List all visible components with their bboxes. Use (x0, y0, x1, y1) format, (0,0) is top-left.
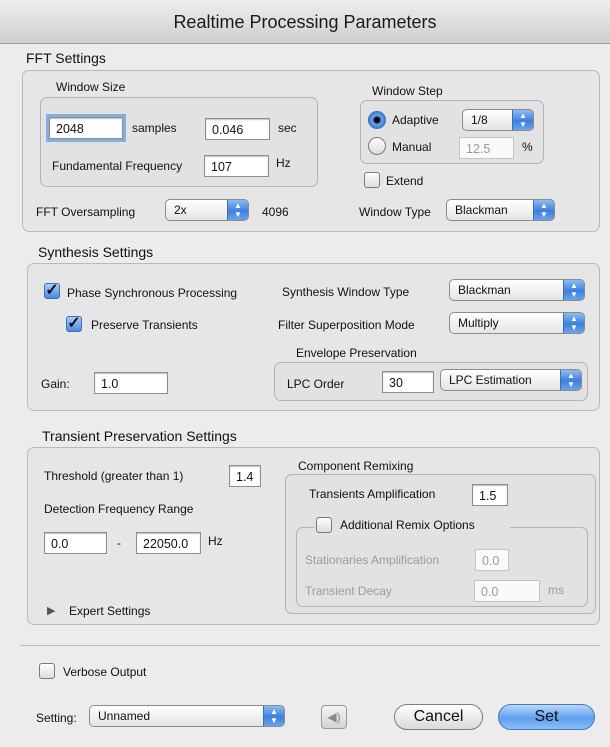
seconds-field[interactable]: 0.046 (205, 118, 270, 140)
setting-value: Unnamed (98, 709, 151, 723)
synthesis-window-type-label: Synthesis Window Type (282, 285, 410, 299)
lpc-order-label: LPC Order (287, 377, 345, 391)
verbose-output-checkbox[interactable] (39, 663, 55, 679)
checkmark-icon: ✓ (67, 315, 81, 332)
transient-section-title: Transient Preservation Settings (42, 428, 237, 444)
detection-range-label: Detection Frequency Range (44, 502, 194, 516)
samples-label: samples (132, 121, 177, 135)
hz-label: Hz (276, 156, 291, 170)
fundamental-frequency-label: Fundamental Frequency (52, 159, 183, 173)
fft-oversampling-value: 2x (174, 203, 187, 217)
speaker-icon: ◀) (327, 710, 341, 724)
transient-decay-field[interactable]: 0.0 (474, 580, 540, 602)
verbose-output-label: Verbose Output (63, 665, 147, 679)
filter-superposition-value: Multiply (458, 316, 499, 330)
range-dash: - (117, 536, 121, 550)
gain-field[interactable]: 1.0 (94, 372, 168, 394)
window-type-label: Window Type (359, 205, 431, 219)
adaptive-step-popup[interactable]: 1/8 ▲ ▼ (462, 109, 534, 131)
fft-oversampling-result: 4096 (262, 205, 289, 219)
up-down-arrows-icon: ▲ ▼ (563, 313, 584, 333)
transient-decay-label: Transient Decay (305, 584, 392, 598)
set-button[interactable]: Set (498, 704, 595, 730)
lpc-method-popup[interactable]: LPC Estimation ▲ ▼ (440, 369, 582, 391)
lpc-method-value: LPC Estimation (449, 373, 532, 387)
adaptive-step-value: 1/8 (471, 113, 488, 127)
up-down-arrows-icon: ▲ ▼ (227, 200, 248, 220)
threshold-label: Threshold (greater than 1) (44, 469, 184, 483)
checkmark-icon: ✓ (45, 282, 59, 299)
preserve-transients-label: Preserve Transients (91, 318, 198, 332)
phase-sync-checkbox[interactable]: ✓ (44, 283, 60, 299)
window-title: Realtime Processing Parameters (0, 0, 610, 44)
disclosure-triangle-icon[interactable]: ▶ (47, 604, 55, 617)
adaptive-radio[interactable] (368, 111, 386, 129)
extend-label: Extend (386, 174, 424, 188)
range-min-field[interactable]: 0.0 (44, 532, 107, 554)
up-down-arrows-icon: ▲ ▼ (560, 370, 581, 390)
filter-superposition-popup[interactable]: Multiply ▲ ▼ (449, 312, 585, 334)
window-step-title: Window Step (372, 84, 443, 98)
transients-amplification-label: Transients Amplification (309, 487, 436, 501)
fft-oversampling-label: FFT Oversampling (36, 205, 136, 219)
range-max-field[interactable]: 22050.0 (136, 532, 201, 554)
speaker-button[interactable]: ◀) (321, 705, 347, 729)
setting-label: Setting: (36, 711, 77, 725)
fundamental-frequency-field[interactable]: 107 (204, 155, 269, 177)
preserve-transients-checkbox[interactable]: ✓ (66, 316, 82, 332)
stationaries-amplification-field[interactable]: 0.0 (475, 549, 509, 571)
transient-decay-unit: ms (548, 583, 564, 597)
transients-amplification-field[interactable]: 1.5 (472, 484, 508, 506)
up-down-arrows-icon: ▲ ▼ (563, 280, 584, 300)
adaptive-label: Adaptive (392, 113, 439, 127)
lpc-order-field[interactable]: 30 (382, 371, 434, 393)
window-type-popup[interactable]: Blackman ▲ ▼ (446, 199, 555, 221)
window-size-title: Window Size (56, 80, 126, 94)
phase-sync-label: Phase Synchronous Processing (67, 286, 238, 300)
extend-checkbox[interactable] (364, 172, 380, 188)
footer-separator (20, 645, 600, 646)
window-size-group (40, 97, 318, 187)
expert-settings-label[interactable]: Expert Settings (69, 604, 150, 618)
samples-field[interactable]: 2048 (49, 117, 123, 139)
manual-label: Manual (392, 140, 432, 154)
seconds-label: sec (278, 121, 297, 135)
gain-label: Gain: (41, 377, 70, 391)
manual-step-field[interactable]: 12.5 (459, 137, 514, 159)
window-type-value: Blackman (455, 203, 508, 217)
cancel-button[interactable]: Cancel (394, 704, 483, 730)
fft-oversampling-popup[interactable]: 2x ▲ ▼ (165, 199, 249, 221)
component-remixing-title: Component Remixing (298, 459, 414, 473)
up-down-arrows-icon: ▲ ▼ (533, 200, 554, 220)
synthesis-section-title: Synthesis Settings (38, 244, 154, 260)
manual-radio[interactable] (368, 137, 386, 155)
filter-superposition-label: Filter Superposition Mode (278, 318, 415, 332)
envelope-preservation-title: Envelope Preservation (296, 346, 417, 360)
percent-label: % (522, 140, 533, 154)
additional-remix-label: Additional Remix Options (340, 518, 475, 532)
range-unit-label: Hz (208, 534, 223, 548)
up-down-arrows-icon: ▲ ▼ (512, 110, 533, 130)
threshold-field[interactable]: 1.4 (229, 465, 261, 487)
synthesis-window-type-popup[interactable]: Blackman ▲ ▼ (449, 279, 585, 301)
up-down-arrows-icon: ▲ ▼ (263, 706, 284, 726)
setting-popup[interactable]: Unnamed ▲ ▼ (89, 705, 285, 727)
additional-remix-checkbox[interactable] (316, 517, 332, 533)
synthesis-window-type-value: Blackman (458, 283, 511, 297)
fft-section-title: FFT Settings (26, 50, 106, 66)
stationaries-amplification-label: Stationaries Amplification (305, 553, 440, 567)
